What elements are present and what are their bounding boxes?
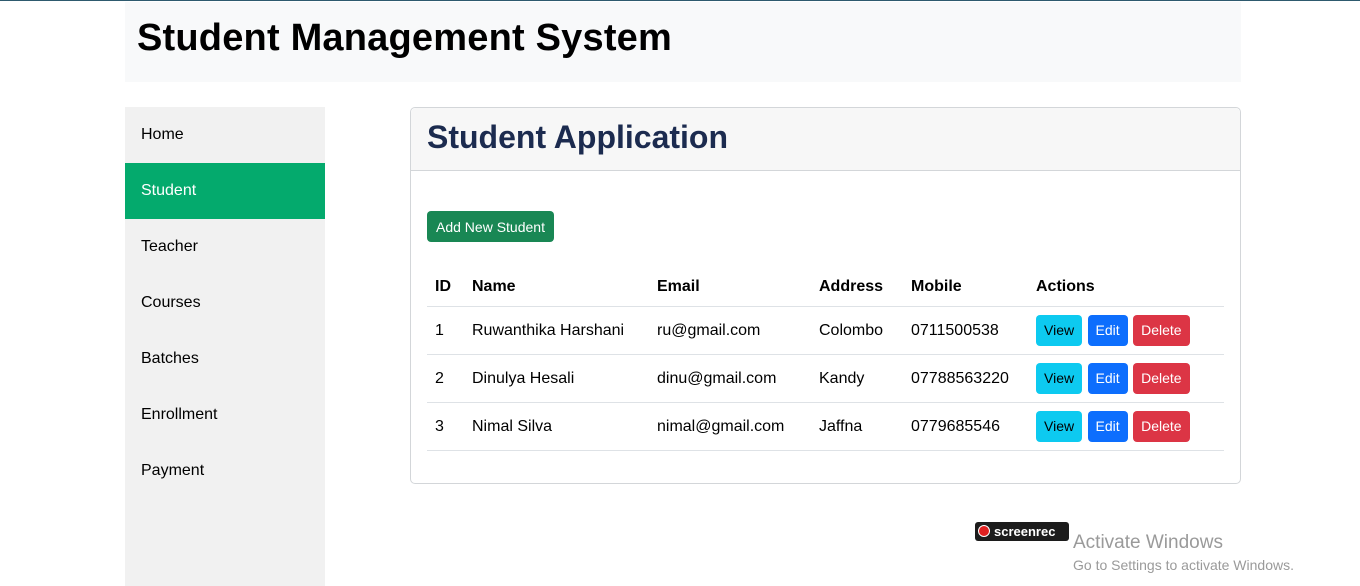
delete-button[interactable]: Delete (1133, 363, 1190, 394)
view-button[interactable]: View (1036, 411, 1083, 442)
edit-button[interactable]: Edit (1087, 315, 1128, 346)
app-title: Student Management System (137, 17, 672, 59)
add-new-student-button[interactable]: Add New Student (427, 211, 554, 242)
activate-title: Activate Windows (1073, 532, 1223, 553)
sidebar-item-teacher[interactable]: Teacher (125, 219, 325, 275)
activate-windows-watermark: Activate Windows Go to Settings to activ… (1073, 532, 1294, 573)
cell-email: nimal@gmail.com (649, 402, 811, 451)
cell-id: 2 (427, 354, 464, 403)
students-table: ID Name Email Address Mobile Actions 1 R… (427, 268, 1224, 451)
cell-address: Kandy (811, 354, 903, 403)
cell-id: 1 (427, 306, 464, 355)
header-name: Name (464, 268, 649, 307)
sidebar-item-payment[interactable]: Payment (125, 443, 325, 499)
header-mobile: Mobile (903, 268, 1028, 307)
cell-actions: View Edit Delete (1028, 354, 1224, 403)
header-email: Email (649, 268, 811, 307)
top-border (0, 0, 1360, 1)
screenrec-badge: screenrec (975, 522, 1069, 541)
sidebar-item-student[interactable]: Student (125, 163, 325, 219)
cell-address: Jaffna (811, 402, 903, 451)
cell-name: Nimal Silva (464, 402, 649, 451)
sidebar-item-enrollment[interactable]: Enrollment (125, 387, 325, 443)
delete-button[interactable]: Delete (1133, 315, 1190, 346)
cell-name: Dinulya Hesali (464, 354, 649, 403)
sidebar-item-home[interactable]: Home (125, 107, 325, 163)
cell-actions: View Edit Delete (1028, 306, 1224, 355)
cell-mobile: 07788563220 (903, 354, 1028, 403)
sidebar-item-batches[interactable]: Batches (125, 331, 325, 387)
view-button[interactable]: View (1036, 363, 1083, 394)
cell-actions: View Edit Delete (1028, 402, 1224, 451)
table-row: 1 Ruwanthika Harshani ru@gmail.com Colom… (427, 306, 1224, 355)
sidebar-item-courses[interactable]: Courses (125, 275, 325, 331)
cell-email: ru@gmail.com (649, 306, 811, 355)
cell-name: Ruwanthika Harshani (464, 306, 649, 355)
cell-address: Colombo (811, 306, 903, 355)
view-button[interactable]: View (1036, 315, 1083, 346)
cell-id: 3 (427, 402, 464, 451)
student-card: Student Application Add New Student ID N… (410, 107, 1241, 484)
sidebar: Home Student Teacher Courses Batches Enr… (125, 107, 325, 586)
delete-button[interactable]: Delete (1133, 411, 1190, 442)
cell-mobile: 0779685546 (903, 402, 1028, 451)
card-title: Student Application (427, 119, 729, 155)
card-header: Student Application (411, 108, 1240, 171)
record-icon (978, 525, 990, 537)
edit-button[interactable]: Edit (1087, 363, 1128, 394)
table-row: 2 Dinulya Hesali dinu@gmail.com Kandy 07… (427, 354, 1224, 403)
activate-subtitle: Go to Settings to activate Windows. (1073, 557, 1294, 573)
header-id: ID (427, 268, 464, 307)
edit-button[interactable]: Edit (1087, 411, 1128, 442)
cell-email: dinu@gmail.com (649, 354, 811, 403)
cell-mobile: 0711500538 (903, 306, 1028, 355)
table-header-row: ID Name Email Address Mobile Actions (427, 268, 1224, 307)
table-row: 3 Nimal Silva nimal@gmail.com Jaffna 077… (427, 402, 1224, 451)
page-header: Student Management System (125, 2, 1241, 82)
header-address: Address (811, 268, 903, 307)
header-actions: Actions (1028, 268, 1224, 307)
screenrec-label: screenrec (994, 524, 1056, 539)
